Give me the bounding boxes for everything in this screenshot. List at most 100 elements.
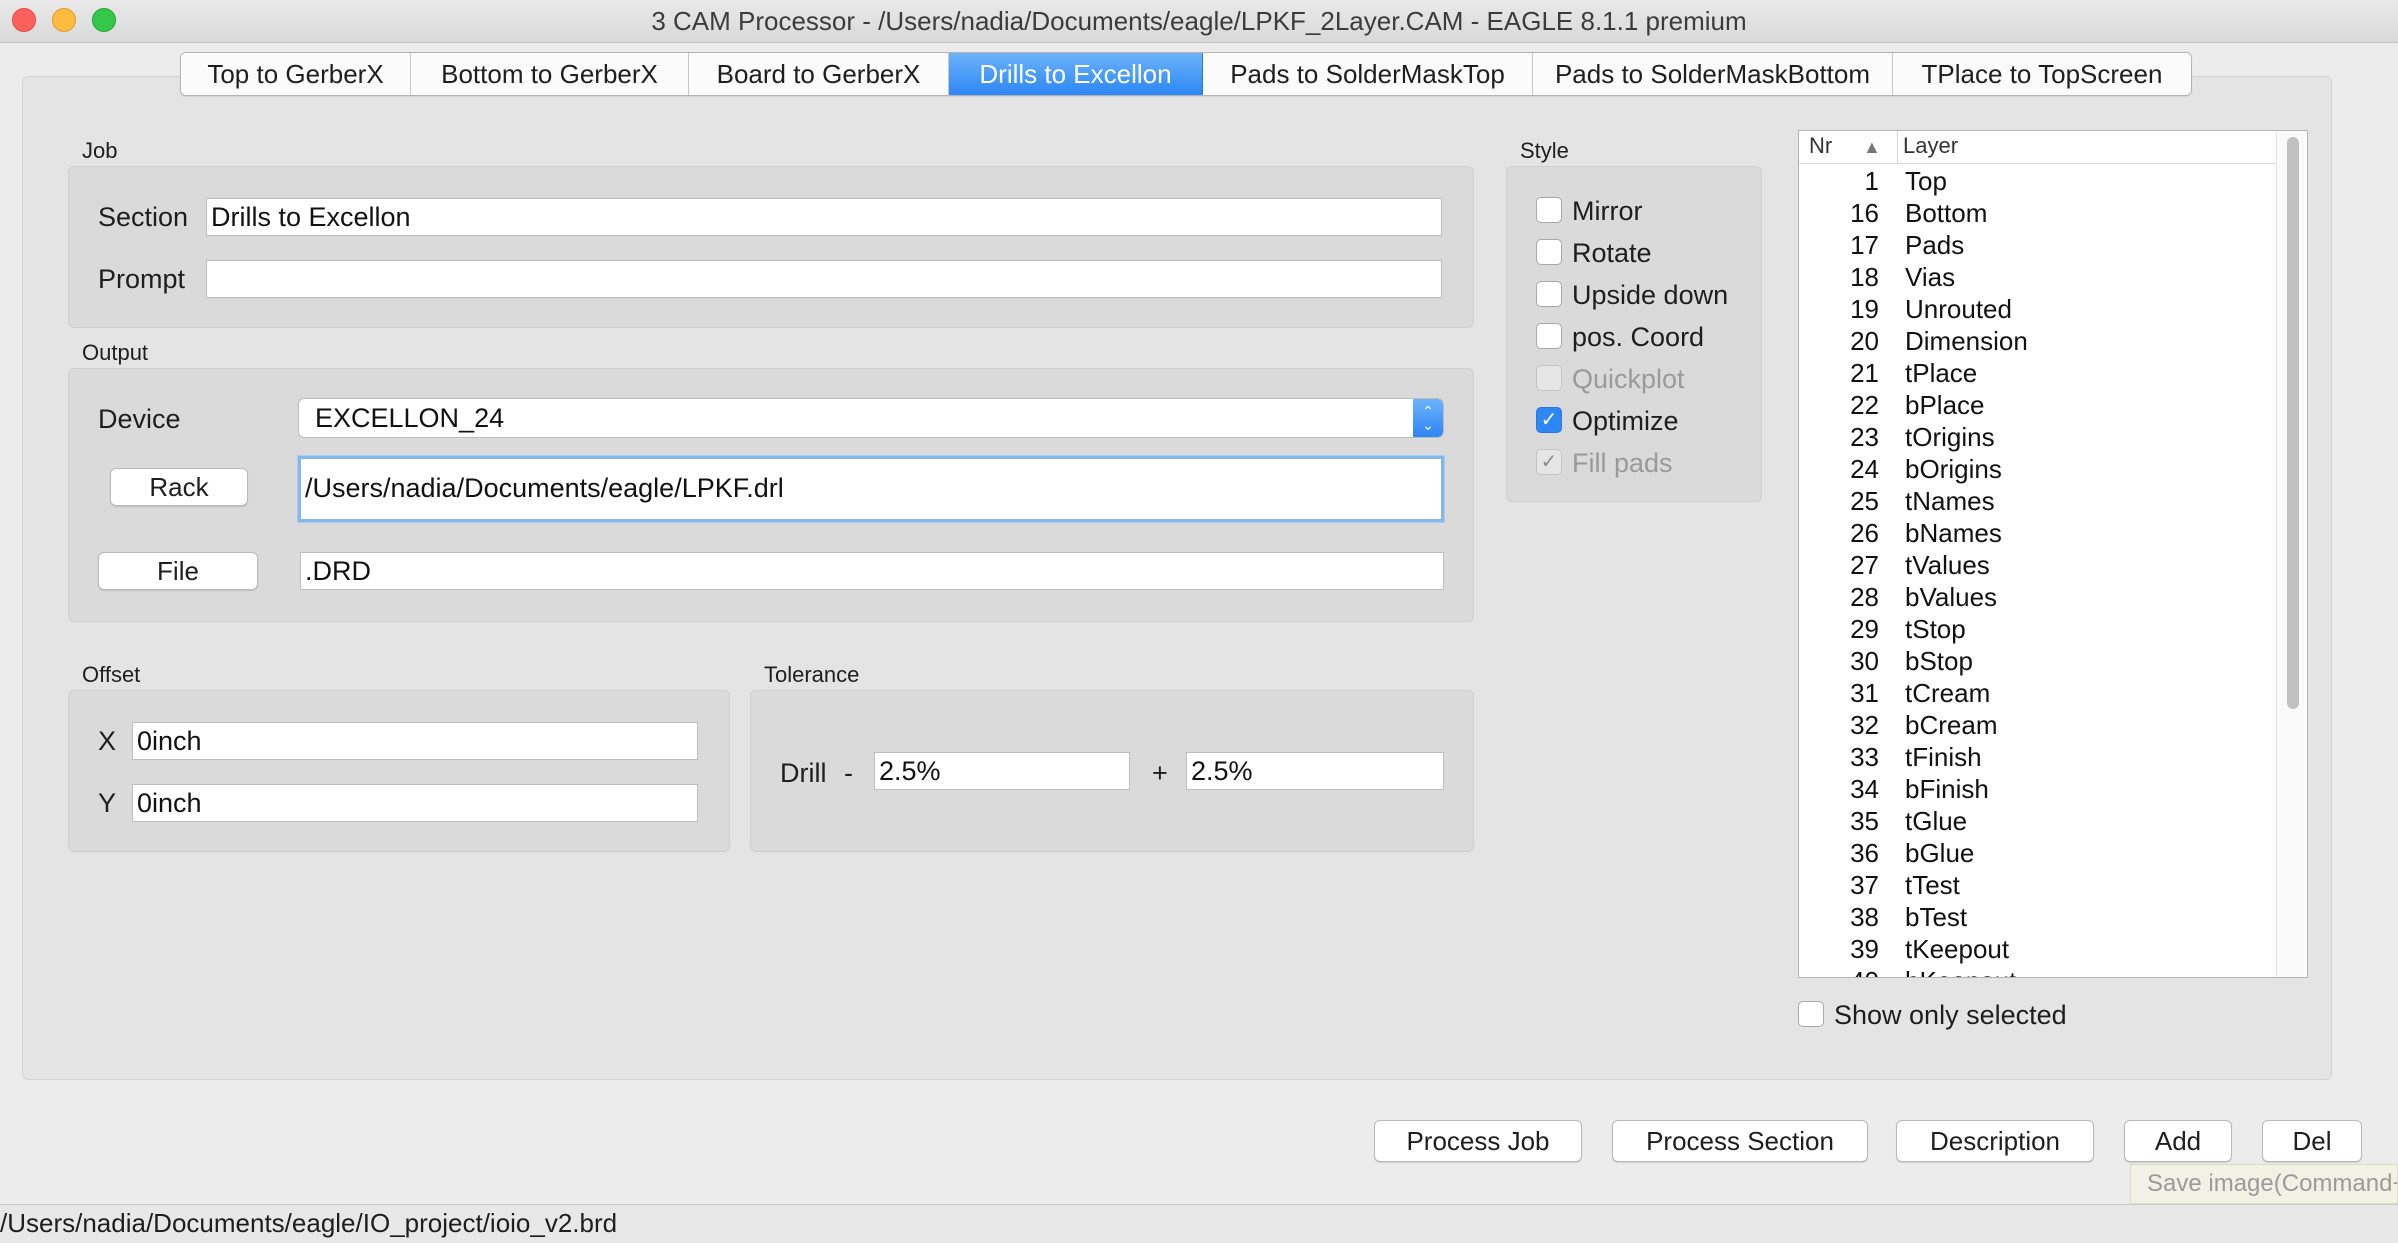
layer-row[interactable]: 26 bNames	[1799, 517, 2277, 549]
tab-tplace-to-topscreen[interactable]: TPlace to TopScreen	[1893, 53, 2191, 95]
layer-name: tValues	[1905, 550, 1990, 580]
layer-name: tGlue	[1905, 806, 1968, 836]
tab-bottom-to-gerberx[interactable]: Bottom to GerberX	[411, 53, 689, 95]
job-group	[68, 166, 1474, 328]
layer-list[interactable]: Nr ▲ Layer 1 Top 16 Bottom 17 Pads 18 Vias 19 Unr…	[1798, 130, 2308, 978]
offset-x-input[interactable]: 0inch	[132, 722, 698, 760]
layer-name: tKeepout	[1905, 934, 2010, 964]
tab-drills-to-excellon[interactable]: Drills to Excellon	[949, 53, 1203, 95]
layer-row[interactable]: 40 bKeepout	[1799, 965, 2277, 977]
layer-name: bStop	[1905, 646, 1973, 676]
file-button[interactable]: File	[98, 552, 258, 590]
output-group-label: Output	[82, 340, 149, 365]
layer-row[interactable]: 27 tValues	[1799, 549, 2277, 581]
title-bar: 3 CAM Processor - /Users/nadia/Documents…	[0, 0, 2398, 43]
layer-row[interactable]: 37 tTest	[1799, 869, 2277, 901]
section-label: Section	[98, 202, 189, 232]
layer-row[interactable]: 39 tKeepout	[1799, 933, 2277, 965]
layer-row[interactable]: 18 Vias	[1799, 261, 2277, 293]
tolerance-plus-input[interactable]: 2.5%	[1186, 752, 1444, 790]
upside-down-checkbox[interactable]	[1536, 281, 1562, 307]
layer-number: 24	[1850, 454, 1879, 484]
tab-board-to-gerberx[interactable]: Board to GerberX	[689, 53, 949, 95]
layer-row[interactable]: 24 bOrigins	[1799, 453, 2277, 485]
layer-number: 20	[1850, 326, 1879, 356]
layer-number: 32	[1850, 710, 1879, 740]
nr-column-header[interactable]: Nr	[1809, 133, 1832, 159]
layer-name: tCream	[1905, 678, 1991, 708]
offset-y-input[interactable]: 0inch	[132, 784, 698, 822]
pos-coord-label: pos. Coord	[1572, 322, 1705, 352]
style-group-label: Style	[1520, 138, 1569, 163]
optimize-checkbox[interactable]: ✓	[1536, 407, 1562, 433]
tab-top-to-gerberx[interactable]: Top to GerberX	[181, 53, 411, 95]
layer-number: 37	[1850, 870, 1879, 900]
file-input[interactable]: .DRD	[300, 552, 1444, 590]
scroll-thumb[interactable]	[2287, 137, 2299, 709]
layer-row[interactable]: 20 Dimension	[1799, 325, 2277, 357]
tolerance-minus-input[interactable]: 2.5%	[874, 752, 1130, 790]
layer-list-scrollbar[interactable]	[2276, 131, 2307, 977]
del-button[interactable]: Del	[2262, 1120, 2362, 1162]
show-only-selected-checkbox[interactable]	[1798, 1001, 1824, 1027]
job-group-label: Job	[82, 138, 118, 163]
layer-row[interactable]: 36 bGlue	[1799, 837, 2277, 869]
offset-group-label: Offset	[82, 662, 141, 687]
layer-name: tOrigins	[1905, 422, 1995, 452]
add-button[interactable]: Add	[2124, 1120, 2232, 1162]
layer-row[interactable]: 19 Unrouted	[1799, 293, 2277, 325]
fill-pads-label: Fill pads	[1572, 448, 1673, 478]
layer-name: bGlue	[1905, 838, 1975, 868]
fill-pads-checkbox: ✓	[1536, 449, 1562, 475]
layer-row[interactable]: 22 bPlace	[1799, 389, 2277, 421]
layer-row[interactable]: 33 tFinish	[1799, 741, 2277, 773]
device-select-value: EXCELLON_24	[315, 403, 505, 433]
rack-path-input[interactable]: /Users/nadia/Documents/eagle/LPKF.drl	[298, 456, 1444, 522]
layer-number: 26	[1850, 518, 1879, 548]
layer-number: 29	[1850, 614, 1879, 644]
rotate-checkbox[interactable]	[1536, 239, 1562, 265]
layer-number: 18	[1850, 262, 1879, 292]
layer-row[interactable]: 16 Bottom	[1799, 197, 2277, 229]
layer-row[interactable]: 38 bTest	[1799, 901, 2277, 933]
description-button[interactable]: Description	[1896, 1120, 2094, 1162]
save-image-tooltip: Save image(Command+S)	[2130, 1164, 2398, 1204]
drill-label: Drill	[780, 758, 827, 788]
rack-button[interactable]: Rack	[110, 468, 248, 506]
prompt-input[interactable]	[206, 260, 1442, 298]
layer-row[interactable]: 31 tCream	[1799, 677, 2277, 709]
tab-pads-to-soldermaskbottom[interactable]: Pads to SolderMaskBottom	[1533, 53, 1893, 95]
layer-row[interactable]: 1 Top	[1799, 165, 2277, 197]
tab-pads-to-soldermasktop[interactable]: Pads to SolderMaskTop	[1203, 53, 1533, 95]
device-select[interactable]: EXCELLON_24 ⌃ ⌄	[298, 398, 1444, 438]
section-input[interactable]: Drills to Excellon	[206, 198, 1442, 236]
process-section-button[interactable]: Process Section	[1612, 1120, 1868, 1162]
layer-row[interactable]: 28 bValues	[1799, 581, 2277, 613]
layer-rows: 1 Top 16 Bottom 17 Pads 18 Vias 19 Unrouted 20 Dime…	[1799, 165, 2277, 977]
checkmark-icon: ✓	[1540, 451, 1558, 473]
layer-row[interactable]: 23 tOrigins	[1799, 421, 2277, 453]
layer-row[interactable]: 32 bCream	[1799, 709, 2277, 741]
layer-name: bKeepout	[1905, 965, 2016, 977]
layer-number: 1	[1864, 166, 1879, 196]
rotate-label: Rotate	[1572, 238, 1652, 268]
layer-row[interactable]: 17 Pads	[1799, 229, 2277, 261]
layer-row[interactable]: 25 tNames	[1799, 485, 2277, 517]
layer-name: bNames	[1905, 518, 2002, 548]
optimize-label: Optimize	[1572, 406, 1679, 436]
layer-row[interactable]: 21 tPlace	[1799, 357, 2277, 389]
mirror-checkbox[interactable]	[1536, 197, 1562, 223]
layer-row[interactable]: 35 tGlue	[1799, 805, 2277, 837]
process-job-button[interactable]: Process Job	[1374, 1120, 1582, 1162]
layer-column-header[interactable]: Layer	[1903, 133, 1958, 159]
layer-row[interactable]: 29 tStop	[1799, 613, 2277, 645]
layer-row[interactable]: 30 bStop	[1799, 645, 2277, 677]
layer-number: 30	[1850, 646, 1879, 676]
tolerance-group-label: Tolerance	[764, 662, 860, 687]
layer-name: bValues	[1905, 582, 1998, 612]
layer-row[interactable]: 34 bFinish	[1799, 773, 2277, 805]
window-title: 3 CAM Processor - /Users/nadia/Documents…	[651, 6, 1747, 36]
layer-number: 17	[1850, 230, 1879, 260]
layer-number: 40	[1850, 965, 1879, 977]
pos-coord-checkbox[interactable]	[1536, 323, 1562, 349]
